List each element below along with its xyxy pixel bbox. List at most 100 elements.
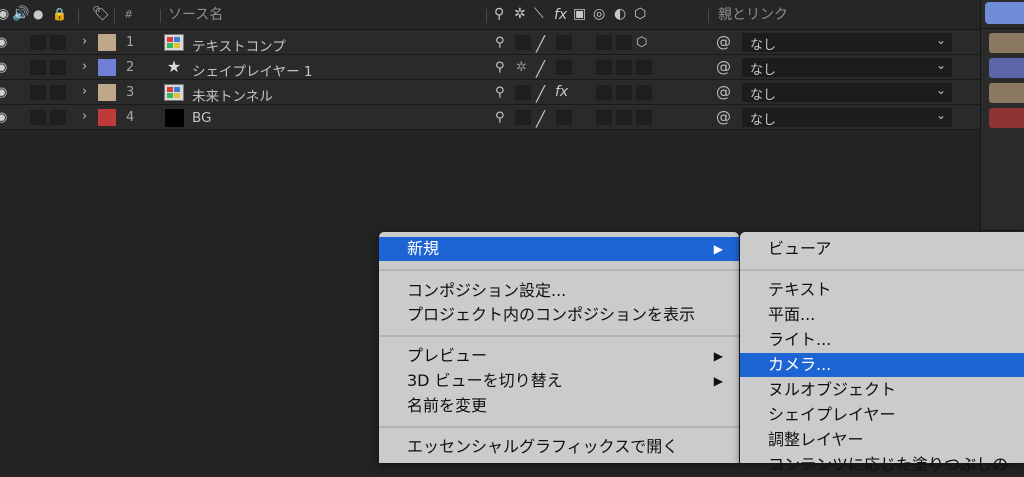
parent-dropdown[interactable]: なし ⌄ bbox=[742, 33, 952, 53]
pickwhip-icon[interactable]: @ bbox=[716, 33, 731, 51]
audio-toggle[interactable] bbox=[30, 60, 46, 75]
label-color-swatch[interactable] bbox=[98, 59, 116, 76]
quality-icon[interactable]: ⟍ bbox=[534, 6, 544, 22]
quality-switch-icon[interactable]: ╱ bbox=[536, 85, 545, 103]
submenu-item-light[interactable]: ライト... bbox=[740, 328, 1024, 352]
expand-chevron-icon[interactable]: › bbox=[82, 109, 87, 124]
expand-chevron-icon[interactable]: › bbox=[82, 59, 87, 74]
submenu-item-null-object[interactable]: ヌルオブジェクト bbox=[740, 378, 1024, 402]
collapse-icon[interactable]: ✲ bbox=[514, 6, 526, 22]
solo-icon[interactable]: ● bbox=[33, 6, 43, 22]
audio-toggle[interactable] bbox=[30, 85, 46, 100]
3d-switch[interactable] bbox=[636, 85, 652, 100]
motion-blur-switch[interactable] bbox=[596, 110, 612, 125]
collapse-switch[interactable] bbox=[515, 35, 531, 50]
layer-bar[interactable] bbox=[989, 108, 1024, 128]
submenu-item-solid[interactable]: 平面... bbox=[740, 303, 1024, 327]
layer-bar[interactable] bbox=[989, 58, 1024, 78]
frame-blend-icon[interactable]: ▣ bbox=[573, 6, 586, 22]
layer-row[interactable]: ◉ › 3 未来トンネル ⚲ ╱ fx @ なし ⌄ bbox=[0, 80, 980, 105]
layer-name[interactable]: 未来トンネル bbox=[192, 85, 273, 105]
layer-bar[interactable] bbox=[989, 83, 1024, 103]
pickwhip-icon[interactable]: @ bbox=[716, 83, 731, 101]
collapse-switch-icon[interactable]: ✲ bbox=[516, 60, 527, 75]
motion-blur-switch[interactable] bbox=[596, 85, 612, 100]
menu-item-composition-settings[interactable]: コンポジション設定... bbox=[379, 279, 739, 303]
3d-switch[interactable] bbox=[636, 110, 652, 125]
adjustment-switch[interactable] bbox=[616, 85, 632, 100]
label-color-swatch[interactable] bbox=[98, 109, 116, 126]
adjustment-switch[interactable] bbox=[616, 35, 632, 50]
shy-switch-icon[interactable]: ⚲ bbox=[495, 110, 505, 125]
pickwhip-icon[interactable]: @ bbox=[716, 108, 731, 126]
submenu-item-adjustment-layer[interactable]: 調整レイヤー bbox=[740, 428, 1024, 452]
solo-toggle[interactable] bbox=[50, 35, 66, 50]
visibility-eye-icon[interactable]: ◉ bbox=[0, 110, 7, 125]
menu-item-show-in-project[interactable]: プロジェクト内のコンポジションを表示 bbox=[379, 303, 739, 327]
label-tag-icon[interactable]: 🏷 bbox=[92, 6, 110, 22]
solo-toggle[interactable] bbox=[50, 110, 66, 125]
parent-dropdown[interactable]: なし ⌄ bbox=[742, 83, 952, 103]
submenu-item-viewer[interactable]: ビューア bbox=[740, 237, 1024, 261]
layer-row[interactable]: ◉ › 4 BG ⚲ ╱ @ なし ⌄ bbox=[0, 105, 980, 130]
quality-switch-icon[interactable]: ╱ bbox=[536, 60, 545, 78]
3d-switch[interactable] bbox=[636, 60, 652, 75]
effects-header[interactable]: fx bbox=[554, 7, 567, 23]
layer-name[interactable]: シェイプレイヤー 1 bbox=[192, 60, 312, 80]
parent-dropdown[interactable]: なし ⌄ bbox=[742, 58, 952, 78]
shy-icon[interactable]: ⚲ bbox=[494, 6, 504, 22]
shy-switch-icon[interactable]: ⚲ bbox=[495, 35, 505, 50]
visibility-eye-icon[interactable]: ◉ bbox=[0, 60, 7, 75]
parent-link-header[interactable]: 親とリンク bbox=[718, 7, 788, 23]
layer-row[interactable]: ◉ › 2 ★ シェイプレイヤー 1 ⚲ ✲ ╱ @ なし ⌄ bbox=[0, 55, 980, 80]
shy-switch-icon[interactable]: ⚲ bbox=[495, 85, 505, 100]
source-name-header[interactable]: ソース名 bbox=[168, 7, 223, 23]
submenu-item-shape-layer[interactable]: シェイプレイヤー bbox=[740, 403, 1024, 427]
audio-icon[interactable]: 🔊 bbox=[12, 6, 29, 22]
submenu-item-content-aware-fill[interactable]: コンテンツに応じた塗りつぶしの bbox=[740, 453, 1024, 477]
menu-item-toggle-3d-view[interactable]: 3D ビューを切り替え ▶ bbox=[379, 369, 739, 393]
audio-toggle[interactable] bbox=[30, 35, 46, 50]
layer-name[interactable]: BG bbox=[192, 110, 212, 126]
motion-blur-icon[interactable]: ◎ bbox=[593, 6, 605, 22]
expand-chevron-icon[interactable]: › bbox=[82, 34, 87, 49]
quality-switch-icon[interactable]: ╱ bbox=[536, 110, 545, 128]
visibility-eye-icon[interactable]: ◉ bbox=[0, 85, 7, 100]
collapse-switch[interactable] bbox=[515, 85, 531, 100]
visibility-eye-icon[interactable]: ◉ bbox=[0, 35, 7, 50]
layer-row[interactable]: ◉ › 1 テキストコンプ ⚲ ╱ ⬡ @ なし ⌄ bbox=[0, 30, 980, 55]
quality-switch-icon[interactable]: ╱ bbox=[536, 35, 545, 53]
menu-item-preview[interactable]: プレビュー ▶ bbox=[379, 344, 739, 368]
motion-blur-switch[interactable] bbox=[596, 35, 612, 50]
shy-switch-icon[interactable]: ⚲ bbox=[495, 60, 505, 75]
menu-item-open-essential-graphics[interactable]: エッセンシャルグラフィックスで開く bbox=[379, 435, 739, 459]
expand-chevron-icon[interactable]: › bbox=[82, 84, 87, 99]
label-color-swatch[interactable] bbox=[98, 84, 116, 101]
solo-toggle[interactable] bbox=[50, 60, 66, 75]
label-color-swatch[interactable] bbox=[98, 34, 116, 51]
pickwhip-icon[interactable]: @ bbox=[716, 58, 731, 76]
adjustment-layer-icon[interactable]: ◐ bbox=[614, 6, 626, 22]
collapse-switch[interactable] bbox=[515, 110, 531, 125]
effects-switch[interactable] bbox=[556, 35, 572, 50]
lock-icon[interactable]: 🔒 bbox=[52, 6, 67, 22]
menu-item-new[interactable]: 新規 ▶ bbox=[379, 237, 739, 261]
menu-item-rename[interactable]: 名前を変更 bbox=[379, 394, 739, 418]
3d-layer-icon[interactable]: ⬡ bbox=[634, 6, 646, 22]
solo-toggle[interactable] bbox=[50, 85, 66, 100]
adjustment-switch[interactable] bbox=[616, 110, 632, 125]
video-eye-icon[interactable]: ◉ bbox=[0, 6, 9, 22]
layer-bar[interactable] bbox=[989, 33, 1024, 53]
motion-blur-switch[interactable] bbox=[596, 60, 612, 75]
3d-cube-icon[interactable]: ⬡ bbox=[636, 35, 647, 50]
layer-name[interactable]: テキストコンプ bbox=[192, 35, 286, 55]
adjustment-switch[interactable] bbox=[616, 60, 632, 75]
submenu-item-camera[interactable]: カメラ... bbox=[740, 353, 1024, 377]
audio-toggle[interactable] bbox=[30, 110, 46, 125]
effects-switch-icon[interactable]: fx bbox=[555, 84, 568, 100]
effects-switch[interactable] bbox=[556, 110, 572, 125]
effects-switch[interactable] bbox=[556, 60, 572, 75]
parent-dropdown[interactable]: なし ⌄ bbox=[742, 108, 952, 128]
work-area-bar[interactable] bbox=[985, 2, 1024, 24]
submenu-item-text[interactable]: テキスト bbox=[740, 278, 1024, 302]
